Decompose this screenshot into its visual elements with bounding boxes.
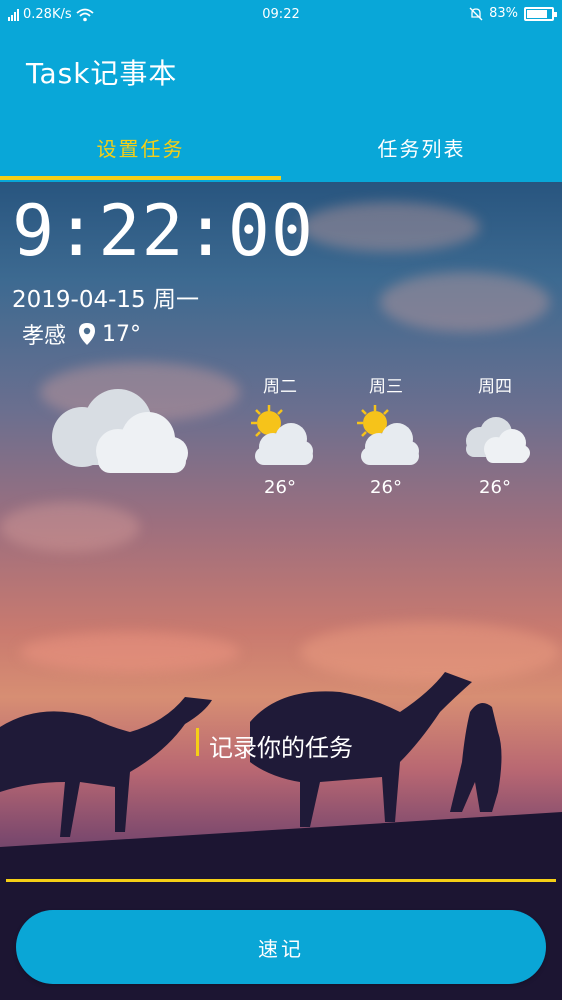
forecast-temp: 26° — [479, 477, 511, 498]
status-right: 83% — [469, 6, 557, 21]
forecast-day-label: 周四 — [478, 377, 512, 397]
forecast-day-label: 周三 — [369, 377, 403, 397]
tab-task-list[interactable]: 任务列表 — [281, 112, 562, 182]
partly-cloudy-icon — [251, 405, 313, 465]
tab-bar: 设置任务 任务列表 — [0, 112, 562, 182]
forecast-day-1: 周二 26° — [240, 372, 320, 498]
forecast-day-2: 周三 26° — [346, 372, 426, 498]
current-temp: 17° — [102, 321, 142, 347]
forecast-temp: 26° — [370, 477, 402, 498]
cloudy-icon — [466, 417, 530, 463]
location-row: 孝感 17° — [22, 318, 141, 350]
city-name: 孝感 — [22, 324, 67, 349]
forecast-day-3: 周四 26° — [455, 372, 535, 498]
tab-set-task[interactable]: 设置任务 — [0, 112, 281, 182]
cloudy-icon — [52, 389, 188, 473]
forecast-temp: 26° — [264, 477, 296, 498]
clock-time: 9:22:00 — [12, 190, 315, 272]
partly-cloudy-icon — [357, 405, 419, 465]
notification-muted-icon — [469, 7, 483, 20]
task-input[interactable] — [6, 700, 556, 882]
task-input-underline — [6, 879, 556, 882]
battery-fill — [527, 9, 547, 18]
forecast-day-label: 周二 — [263, 377, 297, 397]
status-bar: 0.28K/s 09:22 83% — [0, 0, 562, 30]
clock-date: 2019-04-15 周一 — [12, 287, 199, 313]
app-title: Task记事本 — [26, 57, 178, 90]
tab-indicator — [0, 176, 281, 180]
battery-icon — [524, 6, 557, 21]
quick-note-button[interactable]: 速记 — [16, 910, 546, 984]
location-pin-icon — [79, 323, 96, 345]
battery-percent: 83% — [489, 6, 518, 21]
